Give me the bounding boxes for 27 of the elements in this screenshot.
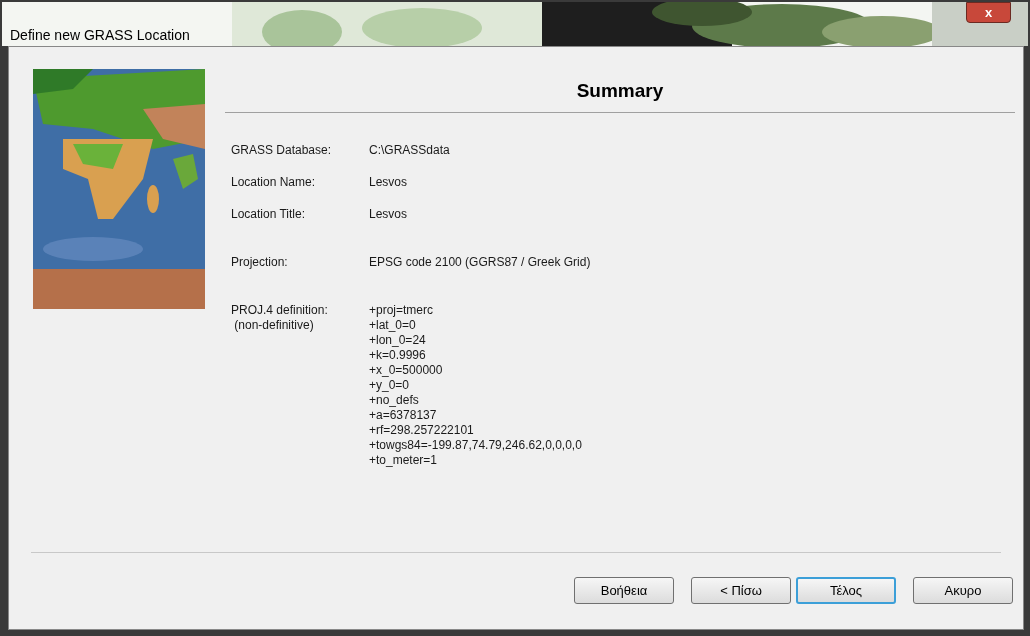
field-label: Location Title: — [231, 206, 307, 222]
dialog-button[interactable]: Τέλος — [796, 577, 896, 604]
field-value: Lesvos — [369, 206, 408, 222]
field-value: +x_0=500000 — [369, 362, 444, 378]
field-value: +a=6378137 — [369, 407, 438, 423]
dialog-button[interactable]: < Πίσω — [691, 577, 791, 604]
dialog-button[interactable]: Ακυρο — [913, 577, 1013, 604]
field-value: +k=0.9996 — [369, 347, 427, 363]
field-label: PROJ.4 definition: (non-definitive) — [231, 302, 329, 334]
field-value: +to_meter=1 — [369, 452, 439, 468]
field-value: C:\GRASSdata — [369, 142, 450, 158]
page-heading: Summary — [225, 69, 1015, 113]
field-value: +rf=298.257222101 — [369, 422, 475, 438]
field-value: Lesvos — [369, 174, 408, 190]
dialog-button[interactable]: Βοήθεια — [574, 577, 674, 604]
field-label: GRASS Database: — [231, 142, 333, 158]
close-button[interactable]: x — [966, 2, 1011, 23]
window-title: Define new GRASS Location — [10, 25, 190, 45]
field-value: +y_0=0 — [369, 377, 411, 393]
field-value: +lon_0=24 — [369, 332, 427, 348]
field-value: EPSG code 2100 (GGRS87 / Greek Grid) — [369, 254, 591, 270]
field-label: Location Name: — [231, 174, 317, 190]
field-label: Projection: — [231, 254, 289, 270]
field-value: +proj=tmerc — [369, 302, 435, 318]
field-value: +towgs84=-199.87,74.79,246.62,0,0,0,0 — [369, 437, 582, 453]
field-value: +no_defs — [369, 392, 420, 408]
field-value: +lat_0=0 — [369, 317, 417, 333]
